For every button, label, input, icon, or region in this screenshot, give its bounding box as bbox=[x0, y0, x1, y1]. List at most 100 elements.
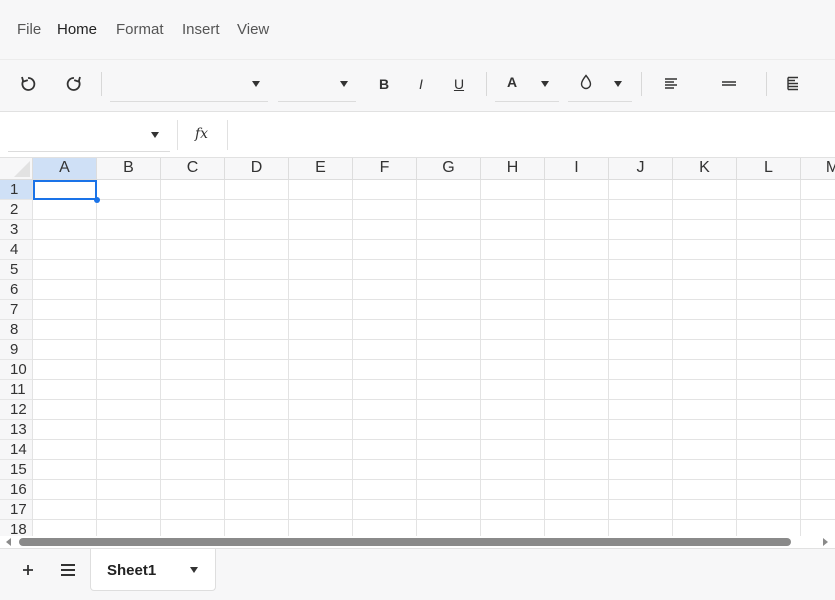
column-header[interactable]: B bbox=[97, 158, 161, 180]
row-header[interactable]: 2 bbox=[0, 200, 33, 220]
column-header[interactable]: J bbox=[609, 158, 673, 180]
grid-row-line bbox=[33, 339, 835, 340]
grid-row-line bbox=[33, 199, 835, 200]
column-header[interactable]: A bbox=[33, 158, 97, 180]
toolbar-separator bbox=[766, 72, 767, 96]
row-header[interactable]: 7 bbox=[0, 300, 33, 320]
chevron-down-icon bbox=[252, 81, 260, 87]
column-header[interactable]: C bbox=[161, 158, 225, 180]
menu-bar: File Home Format Insert View bbox=[0, 0, 835, 60]
row-header[interactable]: 4 bbox=[0, 240, 33, 260]
column-header[interactable]: F bbox=[353, 158, 417, 180]
row-header[interactable]: 18 bbox=[0, 520, 33, 536]
select-all-corner[interactable] bbox=[0, 158, 33, 180]
column-header[interactable]: E bbox=[289, 158, 353, 180]
fx-icon: fx bbox=[195, 126, 209, 142]
bold-button[interactable]: B bbox=[369, 70, 399, 98]
sheet-tab-label: Sheet1 bbox=[107, 562, 157, 579]
column-header[interactable]: G bbox=[417, 158, 481, 180]
chevron-down-icon bbox=[614, 81, 622, 87]
font-color-select[interactable]: A bbox=[495, 66, 559, 102]
toolbar-separator bbox=[101, 72, 102, 96]
scroll-left-icon[interactable] bbox=[6, 538, 11, 546]
scrollbar-thumb[interactable] bbox=[19, 538, 791, 546]
grid-column-line bbox=[352, 180, 353, 536]
row-header[interactable]: 8 bbox=[0, 320, 33, 340]
grid-row-line bbox=[33, 359, 835, 360]
row-header[interactable]: 1 bbox=[0, 180, 33, 200]
row-header[interactable]: 12 bbox=[0, 400, 33, 420]
sheet-bar: Sheet1 bbox=[0, 548, 835, 600]
row-header[interactable]: 6 bbox=[0, 280, 33, 300]
menu-icon bbox=[61, 564, 75, 576]
add-sheet-button[interactable] bbox=[13, 556, 43, 584]
fill-handle[interactable] bbox=[94, 197, 100, 203]
grid-column-line bbox=[32, 180, 33, 536]
row-header[interactable]: 10 bbox=[0, 360, 33, 380]
text-wrap-button[interactable] bbox=[778, 70, 808, 98]
grid-row-line bbox=[33, 239, 835, 240]
italic-button[interactable]: I bbox=[406, 70, 436, 98]
chevron-down-icon bbox=[541, 81, 549, 87]
grid-column-line bbox=[672, 180, 673, 536]
menu-format[interactable]: Format bbox=[116, 21, 164, 38]
toolbar-separator bbox=[486, 72, 487, 96]
row-header[interactable]: 13 bbox=[0, 420, 33, 440]
align-left-icon bbox=[665, 78, 677, 89]
column-header[interactable]: H bbox=[481, 158, 545, 180]
name-box[interactable] bbox=[8, 118, 170, 152]
fill-drop-icon bbox=[580, 74, 592, 90]
menu-insert[interactable]: Insert bbox=[182, 21, 220, 38]
menu-view[interactable]: View bbox=[237, 21, 269, 38]
font-size-select[interactable] bbox=[278, 66, 356, 102]
grid-column-line bbox=[800, 180, 801, 536]
chevron-down-icon[interactable] bbox=[190, 567, 198, 573]
grid-column-line bbox=[480, 180, 481, 536]
row-header[interactable]: 11 bbox=[0, 380, 33, 400]
column-header[interactable]: I bbox=[545, 158, 609, 180]
grid-row-line bbox=[33, 439, 835, 440]
menu-file[interactable]: File bbox=[17, 21, 41, 38]
vertical-align-button[interactable] bbox=[714, 70, 744, 98]
grid-column-line bbox=[608, 180, 609, 536]
grid-row-line bbox=[33, 279, 835, 280]
wrap-icon bbox=[787, 76, 798, 91]
formula-separator bbox=[177, 120, 178, 150]
grid-column-line bbox=[416, 180, 417, 536]
grid-row-line bbox=[33, 219, 835, 220]
grid-column-line bbox=[288, 180, 289, 536]
all-sheets-button[interactable] bbox=[53, 556, 83, 584]
column-header[interactable]: D bbox=[225, 158, 289, 180]
menu-home[interactable]: Home bbox=[57, 21, 97, 38]
underline-button[interactable]: U bbox=[444, 70, 474, 98]
row-header[interactable]: 14 bbox=[0, 440, 33, 460]
font-family-select[interactable] bbox=[110, 66, 268, 102]
row-header[interactable]: 3 bbox=[0, 220, 33, 240]
row-header[interactable]: 9 bbox=[0, 340, 33, 360]
chevron-down-icon bbox=[151, 132, 159, 138]
redo-button[interactable] bbox=[59, 70, 89, 98]
horizontal-scrollbar[interactable] bbox=[0, 536, 835, 548]
formula-bar: fx bbox=[0, 112, 835, 158]
align-left-button[interactable] bbox=[656, 70, 686, 98]
column-header[interactable]: M bbox=[801, 158, 835, 180]
sheet-tab[interactable]: Sheet1 bbox=[90, 549, 216, 591]
row-header[interactable]: 15 bbox=[0, 460, 33, 480]
column-header[interactable]: K bbox=[673, 158, 737, 180]
row-header[interactable]: 5 bbox=[0, 260, 33, 280]
spreadsheet-grid[interactable]: A B C D E F G H I J K L M 1 2 3 4 5 6 7 8 9 10 11 12 13 14 15 16 17 18 bbox=[0, 158, 835, 536]
formula-separator bbox=[227, 120, 228, 150]
grid-row-line bbox=[33, 459, 835, 460]
grid-row-line bbox=[33, 419, 835, 420]
scroll-right-icon[interactable] bbox=[823, 538, 828, 546]
grid-row-line bbox=[33, 379, 835, 380]
row-header[interactable]: 17 bbox=[0, 500, 33, 520]
selected-cell[interactable] bbox=[33, 180, 97, 200]
fill-color-select[interactable] bbox=[568, 66, 632, 102]
undo-button[interactable] bbox=[13, 70, 43, 98]
column-header[interactable]: L bbox=[737, 158, 801, 180]
toolbar: B I U A bbox=[0, 60, 835, 112]
formula-input[interactable] bbox=[232, 118, 827, 152]
row-header[interactable]: 16 bbox=[0, 480, 33, 500]
vertical-align-icon bbox=[722, 81, 736, 86]
